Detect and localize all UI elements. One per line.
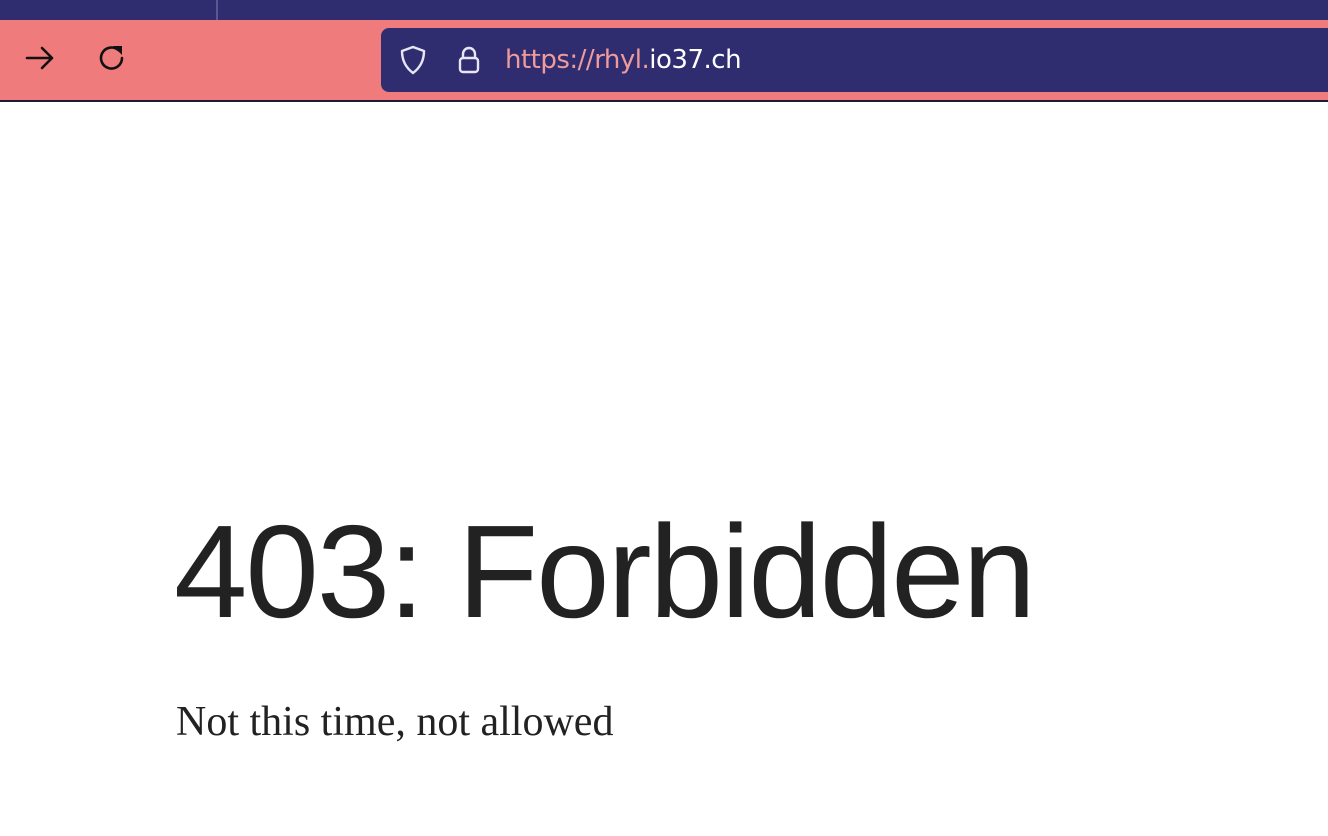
reload-icon xyxy=(95,41,129,80)
tab-divider xyxy=(216,0,218,20)
reload-button[interactable] xyxy=(92,40,132,80)
address-bar[interactable]: https://rhyl.io37.ch xyxy=(381,28,1328,92)
arrow-right-icon xyxy=(23,41,57,80)
forward-button[interactable] xyxy=(20,40,60,80)
tab-strip xyxy=(0,0,1328,20)
url-scheme: https:// xyxy=(505,45,595,75)
shield-icon[interactable] xyxy=(397,44,429,76)
lock-icon[interactable] xyxy=(453,44,485,76)
browser-toolbar: https://rhyl.io37.ch xyxy=(0,20,1328,102)
url-domain: io37.ch xyxy=(649,45,742,75)
error-heading: 403: Forbidden xyxy=(174,498,1036,645)
url-subdomain: rhyl. xyxy=(594,45,650,75)
error-message: Not this time, not allowed xyxy=(176,699,614,745)
page-content: 403: Forbidden Not this time, not allowe… xyxy=(0,102,1328,836)
url-text[interactable]: https://rhyl.io37.ch xyxy=(505,42,742,78)
